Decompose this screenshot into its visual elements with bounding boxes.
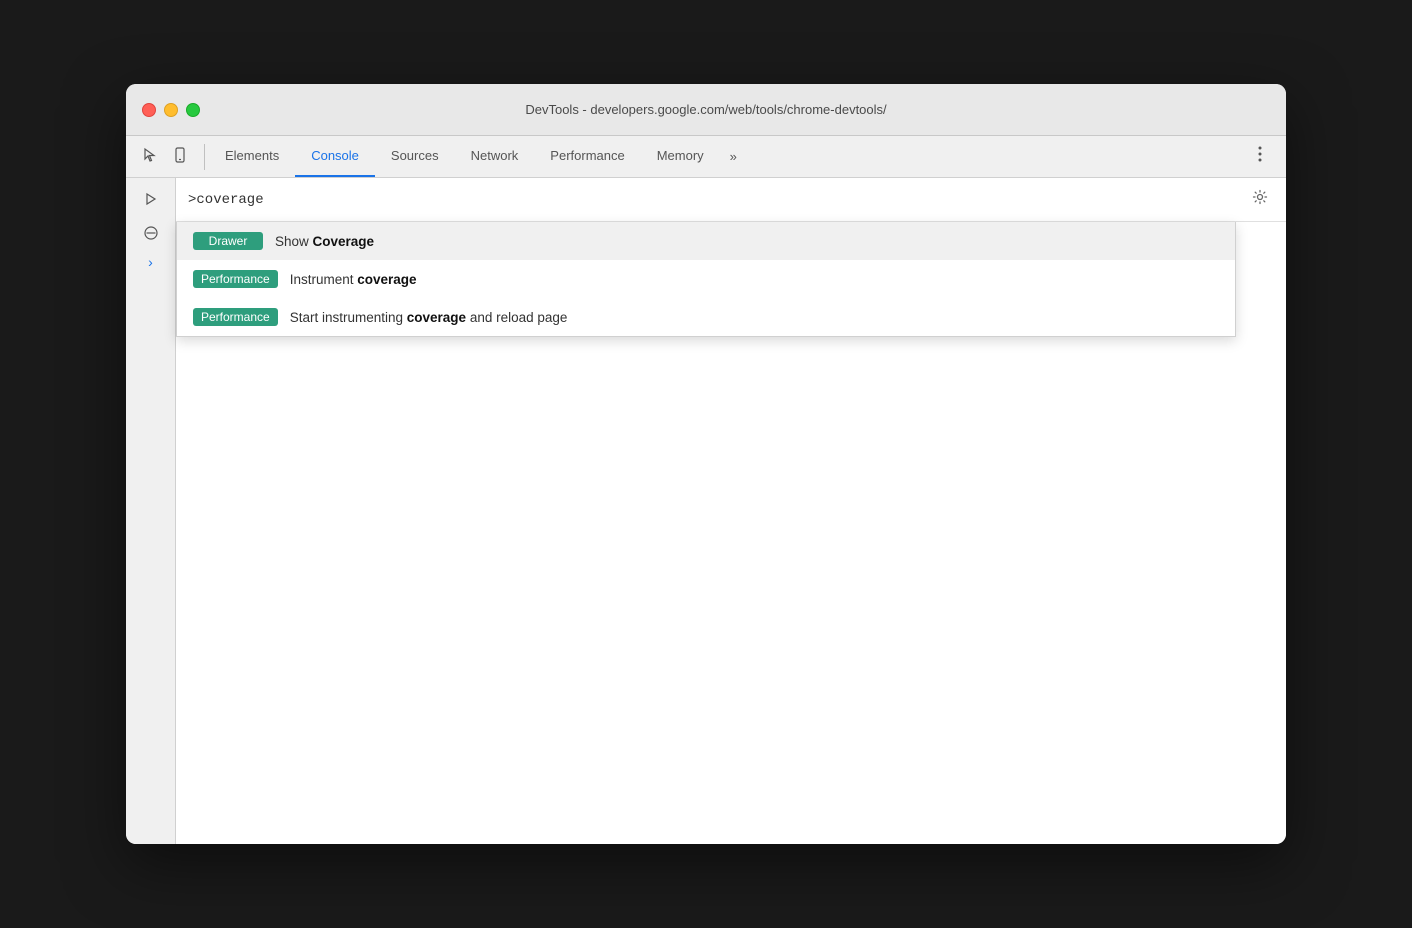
console-main: >coverage Drawer Show Coverage [176, 178, 1286, 844]
autocomplete-dropdown: Drawer Show Coverage Performance Instrum… [176, 222, 1236, 337]
tab-elements[interactable]: Elements [209, 136, 295, 177]
tab-console[interactable]: Console [295, 136, 375, 177]
console-input[interactable]: >coverage [188, 192, 264, 208]
autocomplete-text-1: Show Coverage [275, 234, 374, 249]
performance-badge-2: Performance [193, 308, 278, 326]
close-button[interactable] [142, 103, 156, 117]
mobile-icon [172, 147, 188, 166]
device-toggle-button[interactable] [166, 143, 194, 171]
tab-list: Elements Console Sources Network Perform… [209, 136, 1238, 177]
autocomplete-item-instrument-coverage[interactable]: Performance Instrument coverage [177, 260, 1235, 298]
toolbar-end [1238, 143, 1282, 171]
tab-network[interactable]: Network [455, 136, 535, 177]
more-tabs-button[interactable]: » [720, 136, 747, 177]
toolbar-divider [204, 144, 205, 170]
console-area: › >coverage Drawer [126, 178, 1286, 844]
more-vertical-icon [1258, 146, 1262, 167]
gear-icon [1252, 189, 1268, 210]
cursor-icon [142, 147, 158, 166]
sidebar-expand-chevron[interactable]: › [148, 254, 153, 270]
drawer-badge: Drawer [193, 232, 263, 250]
play-icon [144, 192, 158, 209]
traffic-lights [142, 103, 200, 117]
titlebar: DevTools - developers.google.com/web/too… [126, 84, 1286, 136]
console-sidebar: › [126, 178, 176, 844]
tab-performance[interactable]: Performance [534, 136, 640, 177]
tab-memory[interactable]: Memory [641, 136, 720, 177]
maximize-button[interactable] [186, 103, 200, 117]
tab-sources[interactable]: Sources [375, 136, 455, 177]
clear-icon [144, 226, 158, 243]
more-options-button[interactable] [1246, 143, 1274, 171]
autocomplete-text-3: Start instrumenting coverage and reload … [290, 310, 568, 325]
devtools-window: DevTools - developers.google.com/web/too… [126, 84, 1286, 844]
inspect-element-button[interactable] [136, 143, 164, 171]
autocomplete-item-start-instrumenting[interactable]: Performance Start instrumenting coverage… [177, 298, 1235, 336]
console-input-bar: >coverage Drawer Show Coverage [176, 178, 1286, 222]
toolbar: Elements Console Sources Network Perform… [126, 136, 1286, 178]
show-drawer-button[interactable] [137, 186, 165, 214]
minimize-button[interactable] [164, 103, 178, 117]
autocomplete-text-2: Instrument coverage [290, 272, 417, 287]
console-settings-button[interactable] [1246, 186, 1274, 214]
performance-badge-1: Performance [193, 270, 278, 288]
autocomplete-item-show-coverage[interactable]: Drawer Show Coverage [177, 222, 1235, 260]
window-title: DevTools - developers.google.com/web/too… [525, 102, 886, 117]
toolbar-left-icons [130, 143, 200, 171]
clear-console-button[interactable] [137, 220, 165, 248]
